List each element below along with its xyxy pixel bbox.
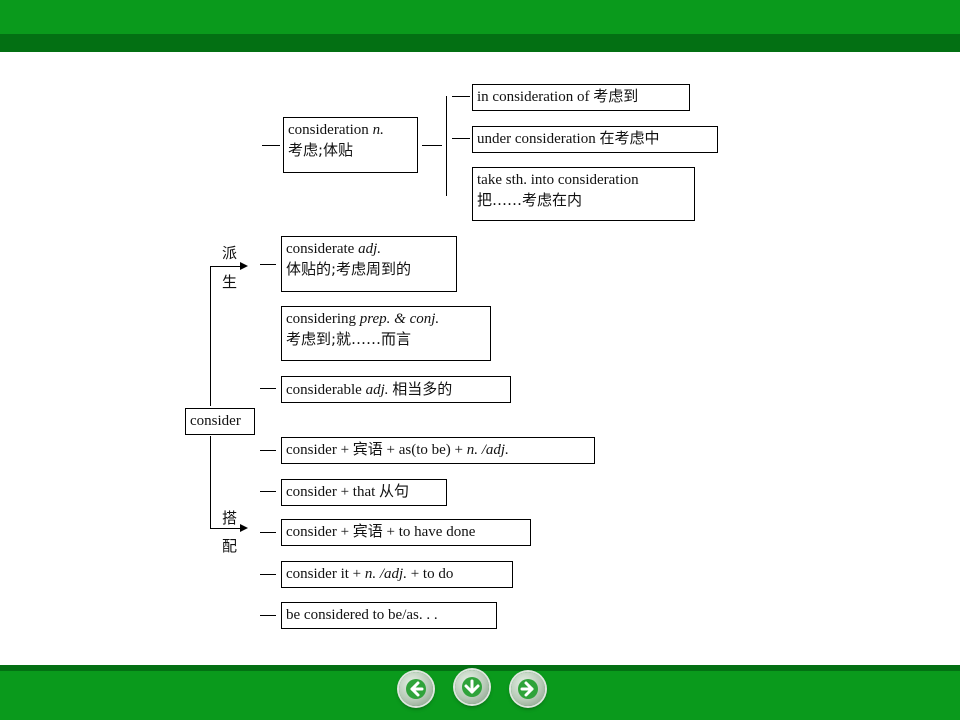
connector-considerate <box>260 264 276 265</box>
c1-text: consider + 宾语 + as(to be) + <box>286 442 467 458</box>
arrow-left-icon <box>406 679 426 699</box>
c1-right-edge <box>594 437 595 464</box>
connector-in-consideration <box>452 96 470 97</box>
consider-text: consider <box>190 413 241 429</box>
arrow-down-icon <box>462 677 482 697</box>
considerable-pos: adj. <box>365 382 389 398</box>
take-into-line1: take sth. into consideration <box>477 172 639 188</box>
connector-c3 <box>260 532 276 533</box>
next-button[interactable] <box>511 672 545 706</box>
in-consideration-text: in consideration of 考虑到 <box>477 89 639 105</box>
consideration-meaning: 考虑;体贴 <box>288 141 354 159</box>
connector-considerable <box>260 388 276 389</box>
considerate-word: considerate <box>286 241 355 257</box>
connector-c2 <box>260 491 276 492</box>
considering-word: considering <box>286 311 356 327</box>
label-derive-1: 派 <box>222 244 238 262</box>
connector-c4 <box>260 574 276 575</box>
c4-mid: n. /adj. <box>364 566 407 582</box>
c1-tail: n. /adj. <box>466 442 509 458</box>
branch-vertical-top <box>446 96 447 196</box>
label-collocate-1: 搭 <box>222 509 238 527</box>
arrow-derive-head <box>240 262 248 270</box>
trunk-lower <box>210 436 211 528</box>
node-consideration: consideration n. 考虑;体贴 <box>283 117 418 173</box>
node-under-consideration: under consideration 在考虑中 <box>472 126 718 153</box>
label-collocate-2: 配 <box>222 537 238 555</box>
node-considering: considering prep. & conj. 考虑到;就……而言 <box>281 306 491 361</box>
node-collocation-4: consider it + n. /adj. + to do <box>281 561 513 588</box>
consideration-pos: n. <box>372 122 384 138</box>
consideration-word: consideration <box>288 122 369 138</box>
node-consider: consider <box>185 408 255 435</box>
connector-c1 <box>260 450 276 451</box>
considerate-meaning: 体贴的;考虑周到的 <box>286 260 412 278</box>
under-consideration-text: under consideration 在考虑中 <box>477 131 660 147</box>
label-derive-2: 生 <box>222 273 238 291</box>
arrow-collocate-head <box>240 524 248 532</box>
top-bar-stripe <box>0 34 960 52</box>
node-collocation-5: be considered to be/as. . . <box>281 602 497 629</box>
considering-meaning: 考虑到;就……而言 <box>286 330 412 348</box>
c4-tail: + to do <box>406 566 454 582</box>
down-button[interactable] <box>455 670 489 704</box>
node-collocation-1: consider + 宾语 + as(to be) + n. /adj. <box>281 437 595 464</box>
arrow-right-icon <box>518 679 538 699</box>
connector-consideration-branch <box>422 145 442 146</box>
bottom-bar-stripe <box>0 665 960 671</box>
connector-consideration <box>262 145 280 146</box>
c2-text: consider + that 从句 <box>286 484 410 500</box>
arrow-derive-line <box>210 266 240 267</box>
considering-pos: prep. & conj. <box>359 311 440 327</box>
prev-button[interactable] <box>399 672 433 706</box>
connector-under-consideration <box>452 138 470 139</box>
node-considerate: considerate adj. 体贴的;考虑周到的 <box>281 236 457 292</box>
take-into-line2: 把……考虑在内 <box>477 191 583 209</box>
considerable-meaning: 相当多的 <box>392 380 453 398</box>
arrow-collocate-line <box>210 528 240 529</box>
trunk-upper <box>210 266 211 406</box>
c5-text: be considered to be/as. . . <box>286 607 438 623</box>
c4-text: consider it + <box>286 566 365 582</box>
top-bar <box>0 0 960 52</box>
considerable-word: considerable <box>286 382 362 398</box>
connector-c5 <box>260 615 276 616</box>
node-take-into-consideration: take sth. into consideration 把……考虑在内 <box>472 167 695 221</box>
node-considerable: considerable adj. 相当多的 <box>281 376 511 403</box>
c3-text: consider + 宾语 + to have done <box>286 524 476 540</box>
considerate-pos: adj. <box>358 241 381 257</box>
node-collocation-2: consider + that 从句 <box>281 479 447 506</box>
node-collocation-3: consider + 宾语 + to have done <box>281 519 531 546</box>
node-in-consideration: in consideration of 考虑到 <box>472 84 690 111</box>
